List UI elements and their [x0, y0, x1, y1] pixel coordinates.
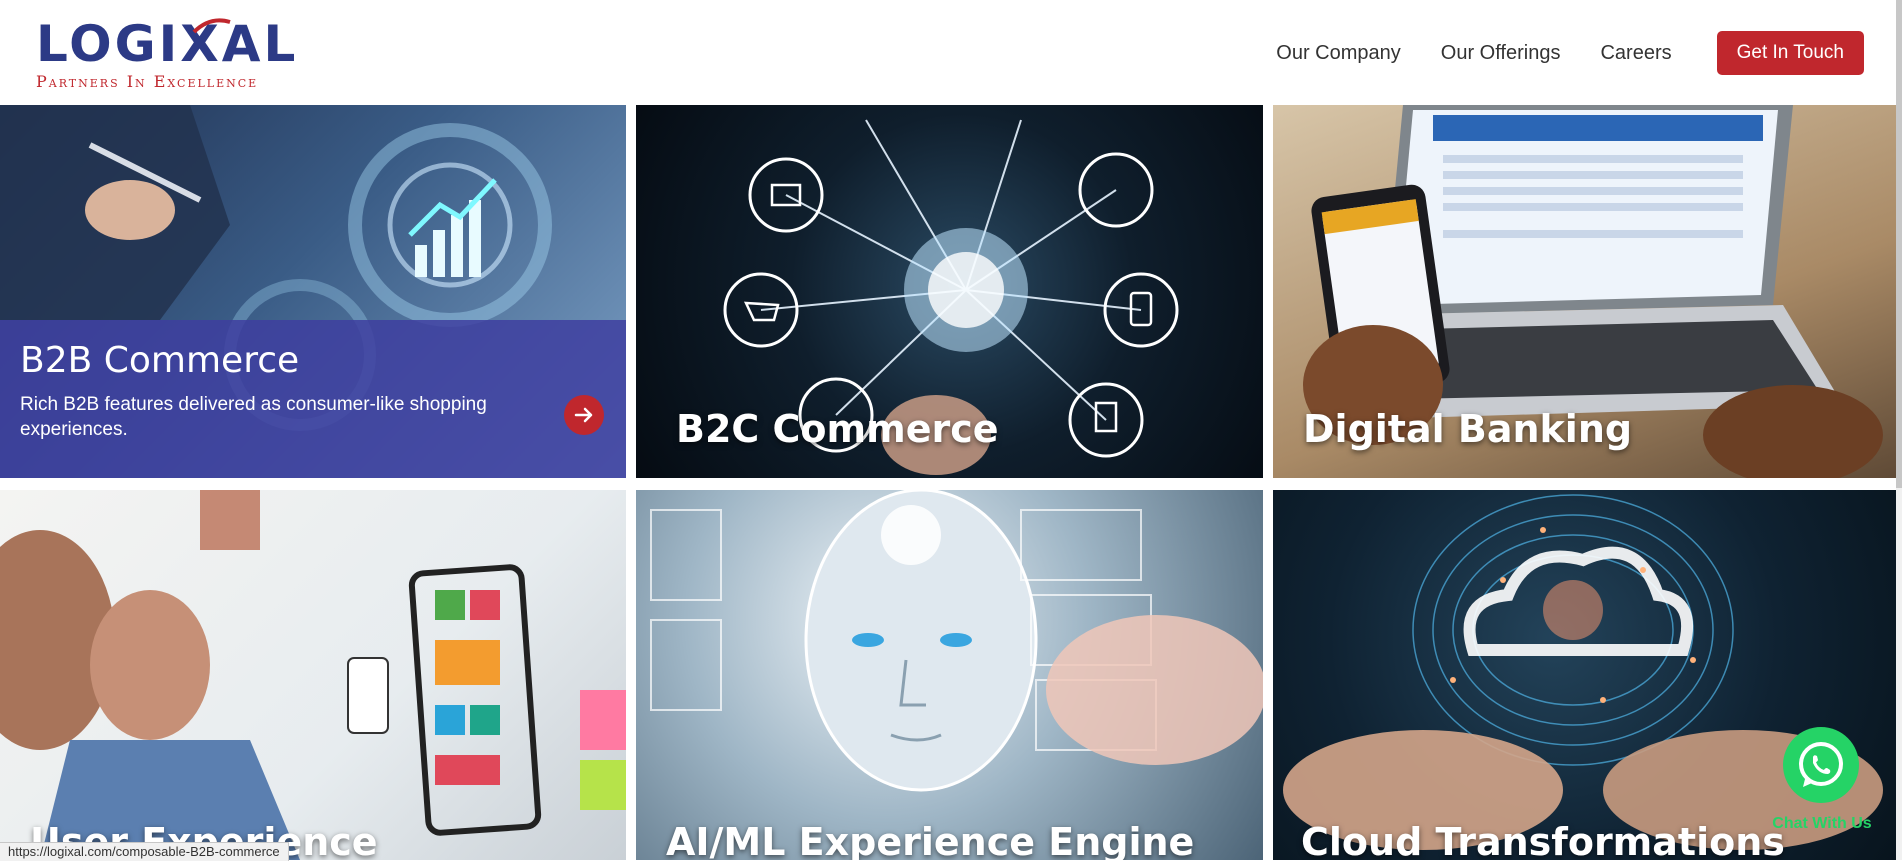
logo[interactable]: LOGIXAL Partners In Excellence — [36, 14, 326, 96]
main-nav: Our Company Our Offerings Careers Get In… — [1276, 30, 1864, 76]
tile-cloud-image — [1283, 494, 1883, 850]
tile-aiml-title: AI/ML Experience Engine — [666, 820, 1195, 860]
status-bar-url: https://logixal.com/composable-B2B-comme… — [0, 842, 289, 861]
nav-careers[interactable]: Careers — [1600, 42, 1671, 65]
b2b-arrow-button[interactable] — [564, 395, 604, 435]
scrollbar-thumb[interactable] — [1896, 0, 1902, 488]
tile-b2c-title: B2C Commerce — [676, 407, 999, 451]
tile-cloud-transformations[interactable]: Cloud Transformations — [1273, 490, 1896, 860]
nav-our-offerings[interactable]: Our Offerings — [1441, 42, 1561, 65]
get-in-touch-button[interactable]: Get In Touch — [1716, 31, 1864, 75]
logo-swoosh-icon — [192, 18, 231, 34]
arrow-right-icon — [574, 407, 593, 423]
chat-with-us-label[interactable]: Chat With Us — [1760, 815, 1884, 833]
tile-aiml-image — [650, 490, 1263, 792]
logo-wordmark: LOGIXAL — [36, 15, 299, 73]
tile-aiml-engine[interactable]: AI/ML Experience Engine — [636, 490, 1263, 860]
nav-our-company[interactable]: Our Company — [1276, 42, 1401, 65]
tile-b2b-description: Rich B2B features delivered as consumer-… — [20, 394, 487, 440]
tile-cloud-title: Cloud Transformations — [1301, 820, 1785, 860]
tile-b2b-overlay: B2B Commerce Rich B2B features delivered… — [0, 320, 626, 478]
tile-ux-image — [0, 490, 626, 860]
tile-b2b-title: B2B Commerce — [20, 340, 300, 381]
whatsapp-chat-button[interactable] — [1783, 727, 1859, 803]
tile-b2c-commerce[interactable]: B2C Commerce — [636, 105, 1263, 478]
tile-digital-banking[interactable]: Digital Banking — [1273, 105, 1896, 478]
page-scrollbar[interactable] — [1896, 0, 1902, 860]
tile-user-experience[interactable]: User Experience — [0, 490, 626, 860]
whatsapp-icon — [1799, 742, 1843, 787]
tile-b2b-commerce[interactable]: B2B Commerce Rich B2B features delivered… — [0, 105, 626, 478]
tile-banking-title: Digital Banking — [1303, 407, 1633, 451]
site-header: LOGIXAL Partners In Excellence Our Compa… — [0, 0, 1902, 105]
logo-tagline: Partners In Excellence — [36, 72, 259, 91]
